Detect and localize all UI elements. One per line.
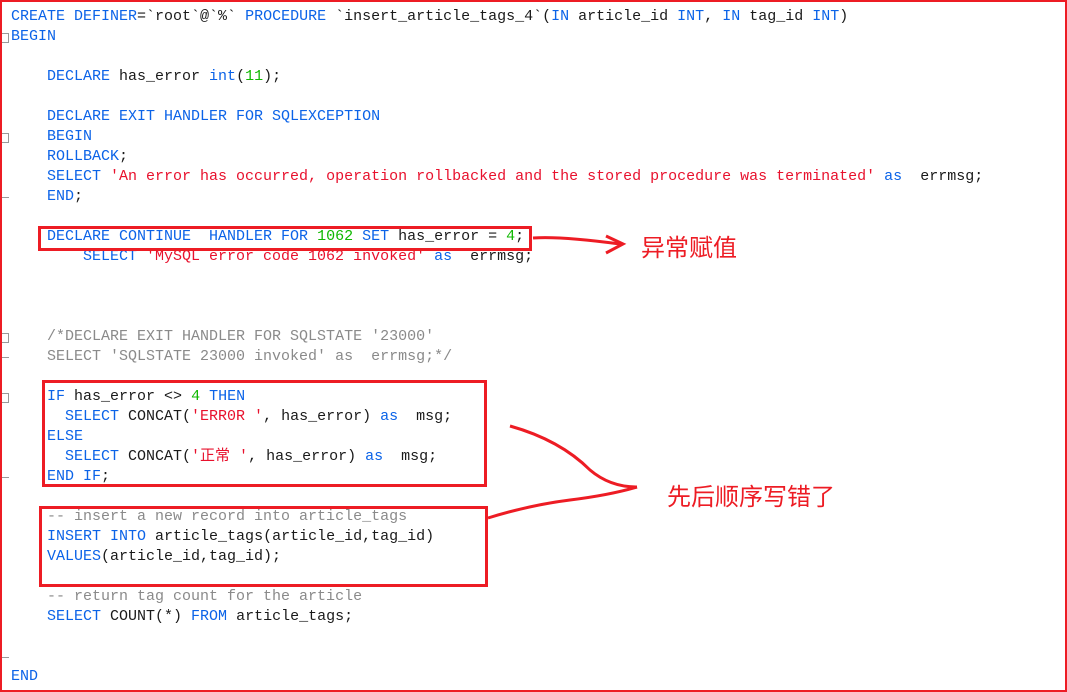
curve-lower: [487, 485, 638, 520]
arrow-line: [532, 236, 621, 246]
annotation-note-order-wrong: 先后顺序写错了: [667, 483, 835, 511]
annotation-note-exception-assign: 异常赋值: [641, 234, 737, 262]
annotation-arrows: [487, 234, 638, 520]
curve-upper: [509, 424, 638, 489]
